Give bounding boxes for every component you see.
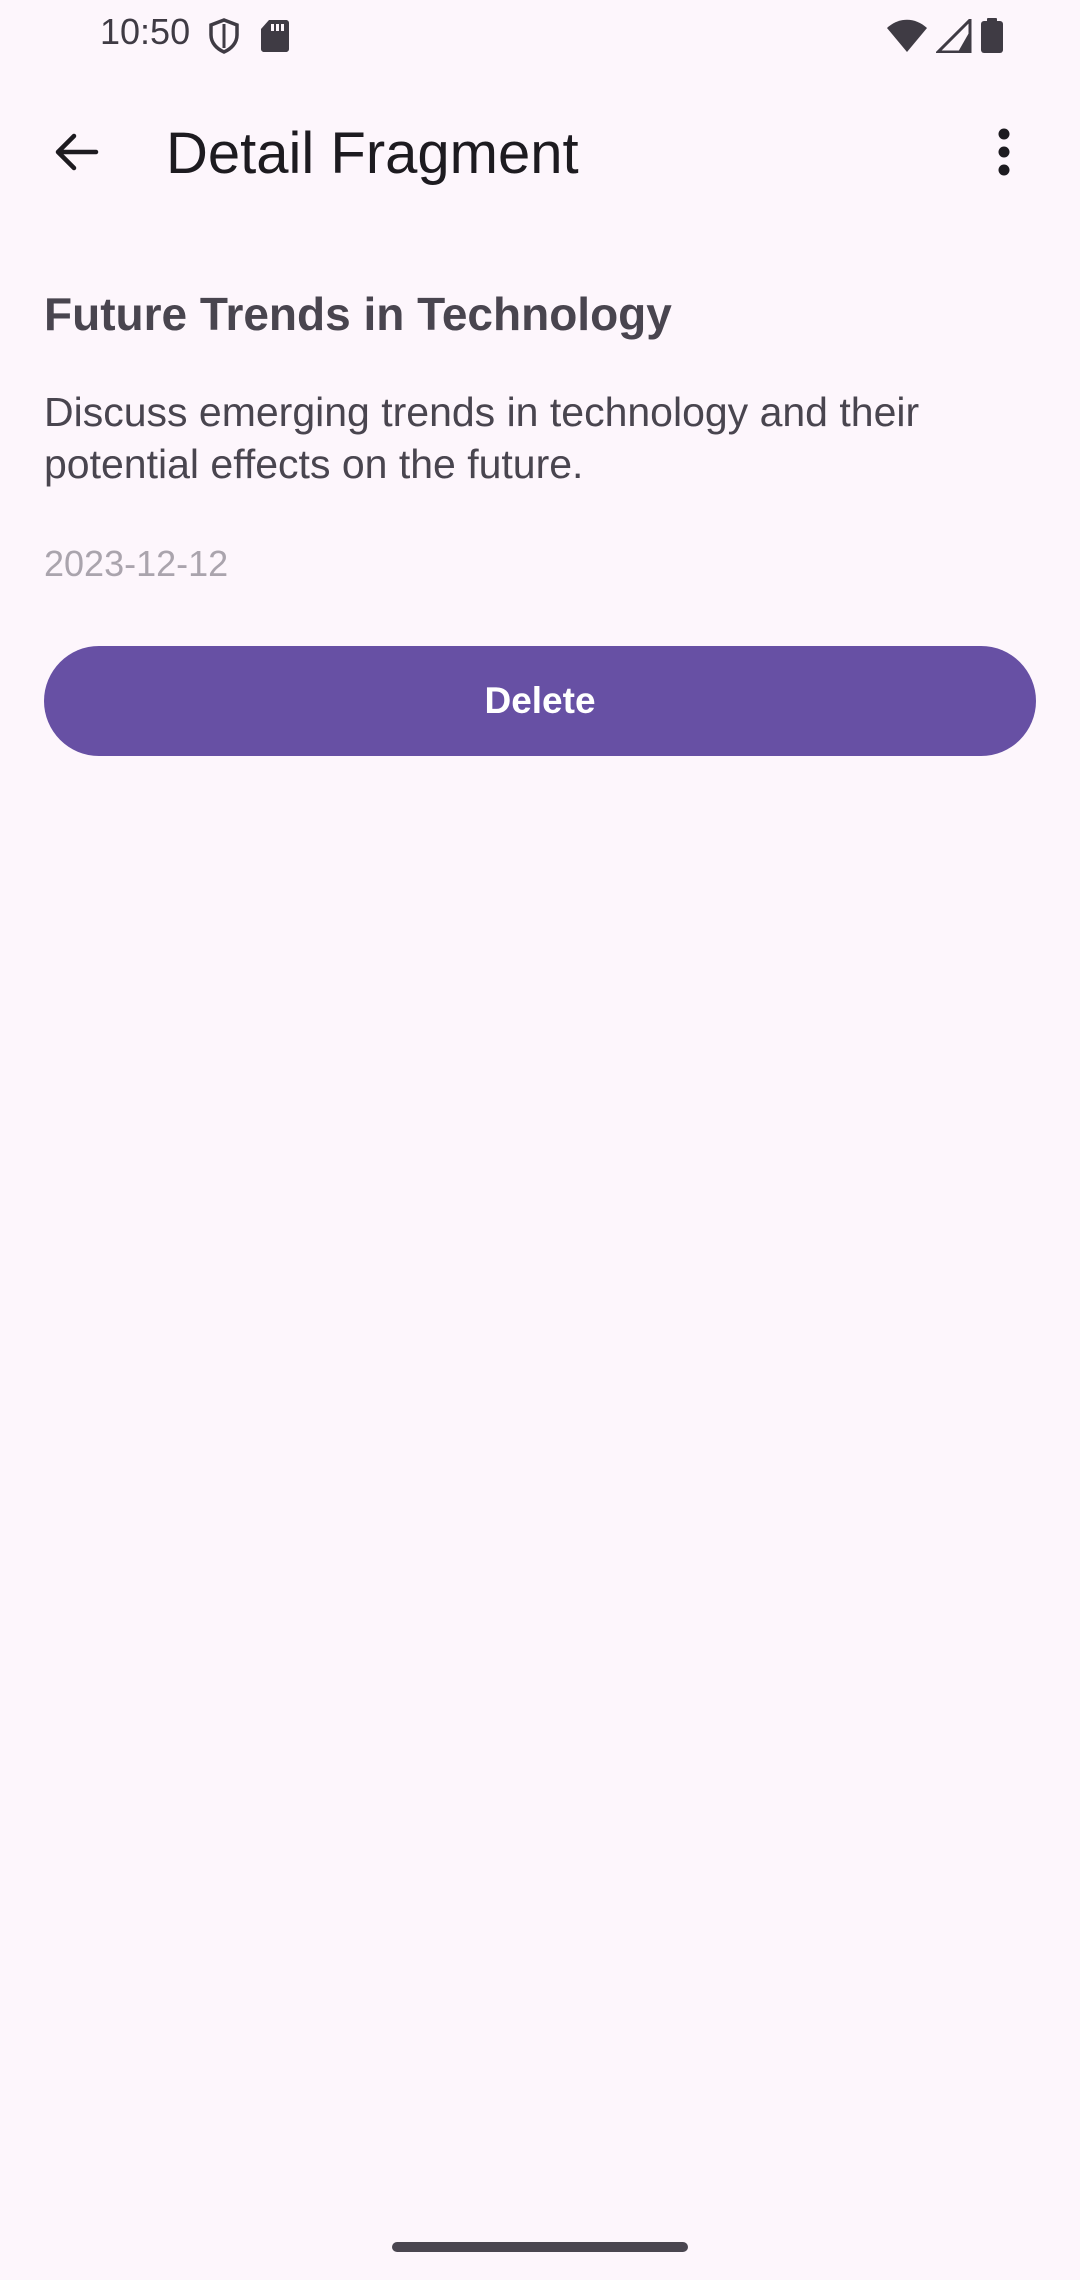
shield-icon: [208, 18, 240, 54]
more-options-button[interactable]: [968, 118, 1040, 190]
detail-description: Discuss emerging trends in technology an…: [44, 389, 920, 487]
more-vert-icon: [996, 128, 1012, 181]
gesture-nav-handle[interactable]: [392, 2242, 688, 2252]
wifi-icon: [886, 19, 928, 53]
page-title: Detail Fragment: [166, 121, 579, 186]
battery-icon: [980, 18, 1004, 54]
arrow-back-icon: [52, 128, 100, 181]
detail-title: Future Trends in Technology: [44, 288, 672, 340]
signal-icon: [936, 19, 972, 53]
status-right-icons: [886, 16, 1004, 56]
back-button[interactable]: [40, 118, 112, 190]
status-time: 10:50: [100, 11, 191, 52]
status-bar: 10:50: [0, 0, 1080, 70]
top-app-bar: Detail Fragment: [0, 96, 1080, 216]
status-left-icons: [208, 16, 290, 56]
delete-button[interactable]: Delete: [44, 646, 1036, 756]
sd-card-icon: [260, 19, 290, 53]
detail-date: 2023-12-12: [44, 543, 229, 584]
detail-content: Future Trends in Technology Discuss emer…: [44, 284, 1036, 756]
